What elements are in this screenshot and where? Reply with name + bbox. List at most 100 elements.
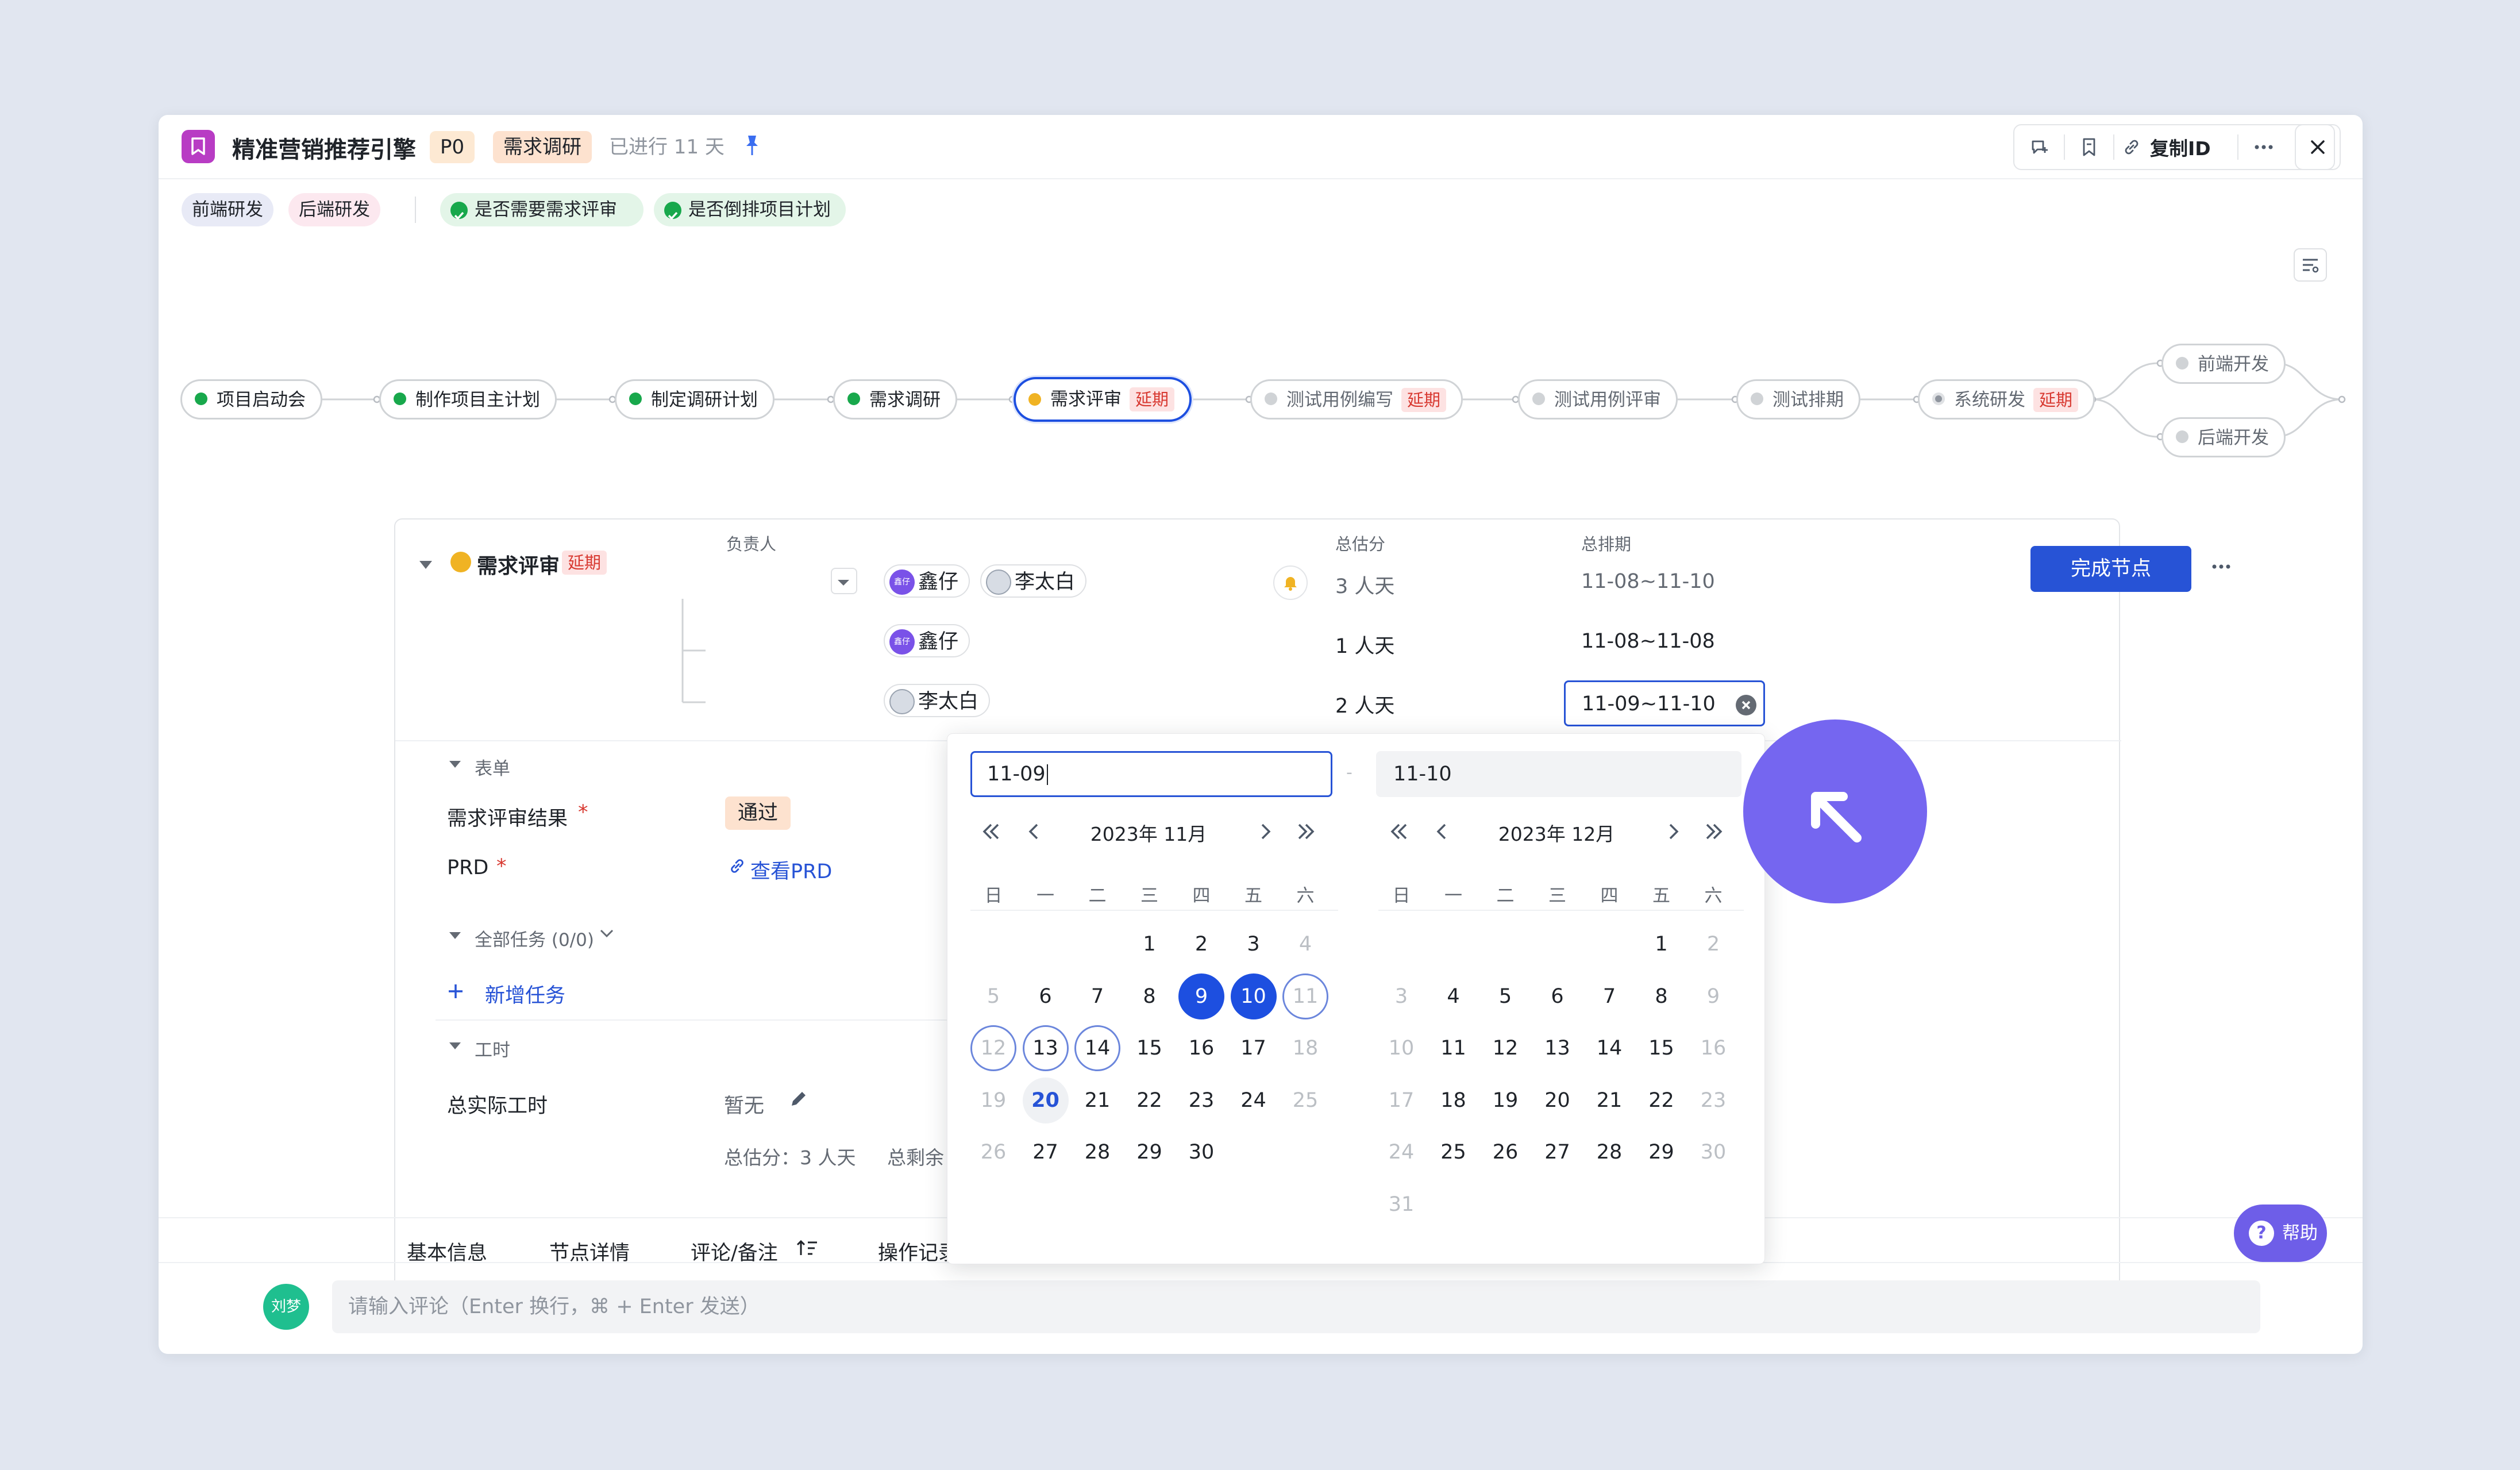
calendar-day[interactable]: 1 xyxy=(1127,921,1173,967)
calendar-day[interactable]: 16 xyxy=(1178,1025,1224,1071)
prev-month-icon[interactable] xyxy=(1434,821,1451,844)
calendar-day[interactable]: 12 xyxy=(1482,1025,1528,1071)
divider xyxy=(1378,910,1744,911)
calendar-day[interactable]: 6 xyxy=(1535,973,1581,1019)
calendar-day[interactable]: 8 xyxy=(1127,973,1173,1019)
owner-chip-litaibai[interactable]: 李太白 xyxy=(884,684,991,717)
owner-chip-xinzai[interactable]: 鑫仔 鑫仔 xyxy=(884,564,970,598)
calendar-day[interactable]: 2 xyxy=(1178,921,1224,967)
estimate-value[interactable]: 1 人天 xyxy=(1335,630,1394,659)
required-mark: * xyxy=(496,855,507,878)
calendar-day[interactable]: 7 xyxy=(1586,973,1632,1019)
calendar-day[interactable]: 4 xyxy=(1431,973,1477,1019)
start-date-input[interactable]: 11-09 xyxy=(970,751,1332,797)
more-icon[interactable] xyxy=(2211,561,2232,572)
calendar-day[interactable]: 22 xyxy=(1127,1078,1173,1123)
calendar-day[interactable]: 19 xyxy=(1482,1078,1528,1123)
flow-node-test-schedule[interactable]: 测试排期 xyxy=(1736,379,1860,420)
calendar-day[interactable]: 6 xyxy=(1023,973,1069,1019)
calendar-day[interactable]: 15 xyxy=(1127,1025,1173,1071)
help-button[interactable]: ? 帮助 xyxy=(2234,1205,2327,1262)
flow-node-system-dev[interactable]: 系统研发 延期 xyxy=(1918,379,2095,420)
calendar-day[interactable]: 28 xyxy=(1586,1129,1632,1175)
flow-node-research[interactable]: 需求调研 xyxy=(833,379,957,420)
complete-node-button[interactable]: 完成节点 xyxy=(2030,546,2191,592)
calendar-day[interactable]: 14 xyxy=(1586,1025,1632,1071)
calendar-day[interactable]: 3 xyxy=(1231,921,1277,967)
remind-bell-icon[interactable] xyxy=(1273,565,1308,600)
prev-year-icon[interactable] xyxy=(980,821,1003,844)
next-year-icon[interactable] xyxy=(1294,821,1317,844)
calendar-day[interactable]: 13 xyxy=(1535,1025,1581,1071)
calendar-day[interactable]: 24 xyxy=(1231,1078,1277,1123)
flow-node-review-active[interactable]: 需求评审 延期 xyxy=(1014,377,1192,422)
sort-icon[interactable] xyxy=(796,1238,819,1261)
tasks-caret-icon[interactable] xyxy=(448,931,462,942)
plus-icon[interactable] xyxy=(447,983,464,1002)
estimate-value[interactable]: 2 人天 xyxy=(1335,690,1394,719)
add-task-button[interactable]: 新增任务 xyxy=(485,979,565,1009)
calendar-day[interactable]: 21 xyxy=(1074,1078,1120,1123)
hours-section-title: 工时 xyxy=(475,1040,510,1061)
flow-node-kickoff[interactable]: 项目启动会 xyxy=(180,379,322,420)
calendar-day[interactable]: 25 xyxy=(1431,1129,1477,1175)
weekday-header: 日 xyxy=(984,886,1003,906)
calendar-day[interactable]: 21 xyxy=(1586,1078,1632,1123)
calendar-day[interactable]: 29 xyxy=(1639,1129,1685,1175)
hours-caret-icon[interactable] xyxy=(448,1041,462,1053)
all-tasks-title[interactable]: 全部任务 (0/0) xyxy=(475,925,594,951)
flow-node-testcase-review[interactable]: 测试用例评审 xyxy=(1518,379,1678,420)
next-month-icon[interactable] xyxy=(1257,821,1274,844)
calendar-day[interactable]: 22 xyxy=(1639,1078,1685,1123)
schedule-range-input[interactable]: 11-09~11-10 xyxy=(1564,680,1765,726)
owner-chip-xinzai[interactable]: 鑫仔 鑫仔 xyxy=(884,624,970,657)
prev-month-icon[interactable] xyxy=(1026,821,1043,844)
flow-node-research-plan[interactable]: 制定调研计划 xyxy=(615,379,775,420)
calendar-day[interactable]: 5 xyxy=(1482,973,1528,1019)
right-month-title[interactable]: 2023年 12月 xyxy=(1470,819,1643,846)
view-prd-link[interactable]: 查看PRD xyxy=(750,855,832,884)
calendar-day[interactable]: 9 xyxy=(1178,973,1224,1019)
end-date-input[interactable]: 11-10 xyxy=(1376,751,1741,797)
calendar-day[interactable]: 17 xyxy=(1231,1025,1277,1071)
flow-node-testcase-writing[interactable]: 测试用例编写 延期 xyxy=(1250,379,1463,420)
calendar-day[interactable]: 7 xyxy=(1074,973,1120,1019)
calendar-day[interactable]: 27 xyxy=(1023,1129,1069,1175)
calendar-day[interactable]: 11 xyxy=(1431,1025,1477,1071)
left-month-title[interactable]: 2023年 11月 xyxy=(1062,819,1235,846)
calendar-day[interactable]: 30 xyxy=(1178,1129,1224,1175)
form-caret-icon[interactable] xyxy=(448,760,462,771)
calendar-day[interactable]: 26 xyxy=(1482,1129,1528,1175)
weekday-header: 四 xyxy=(1600,886,1619,906)
owner-chip-litaibai[interactable]: 李太白 xyxy=(980,564,1087,598)
next-month-icon[interactable] xyxy=(1664,821,1682,844)
next-year-icon[interactable] xyxy=(1702,821,1725,844)
calendar-day[interactable]: 10 xyxy=(1230,973,1277,1019)
collapse-caret-icon[interactable] xyxy=(418,560,433,574)
calendar-day[interactable]: 1 xyxy=(1639,921,1685,967)
calendar-day: 25 xyxy=(1292,1088,1319,1112)
schedule-value[interactable]: 11-08~11-08 xyxy=(1581,630,1715,653)
owner-name: 鑫仔 xyxy=(918,571,959,594)
flow-node-master-plan[interactable]: 制作项目主计划 xyxy=(379,379,557,420)
comment-input[interactable]: 请输入评论（Enter 换行，⌘ + Enter 发送） xyxy=(332,1280,2260,1333)
prev-year-icon[interactable] xyxy=(1388,821,1411,844)
clear-icon[interactable] xyxy=(1736,695,1756,715)
flow-node-frontend-dev[interactable]: 前端开发 xyxy=(2161,344,2286,384)
calendar-day[interactable]: 29 xyxy=(1127,1129,1173,1175)
review-result-value[interactable]: 通过 xyxy=(725,796,791,830)
calendar-day[interactable]: 23 xyxy=(1178,1078,1224,1123)
calendar-day[interactable]: 15 xyxy=(1639,1025,1685,1071)
calendar-day[interactable]: 20 xyxy=(1535,1078,1581,1123)
calendar-day[interactable]: 8 xyxy=(1639,973,1685,1019)
calendar-day[interactable]: 13 xyxy=(1022,1025,1069,1071)
calendar-day[interactable]: 27 xyxy=(1535,1129,1581,1175)
edit-pencil-icon[interactable] xyxy=(788,1088,809,1111)
calendar-day: 26 xyxy=(980,1141,1007,1164)
calendar-day[interactable]: 20 xyxy=(1022,1077,1069,1123)
flow-node-backend-dev[interactable]: 后端开发 xyxy=(2161,417,2286,457)
calendar-day[interactable]: 18 xyxy=(1431,1078,1477,1123)
chevron-down-icon[interactable] xyxy=(599,928,615,941)
calendar-day[interactable]: 28 xyxy=(1074,1129,1120,1175)
calendar-day[interactable]: 14 xyxy=(1074,1025,1120,1071)
